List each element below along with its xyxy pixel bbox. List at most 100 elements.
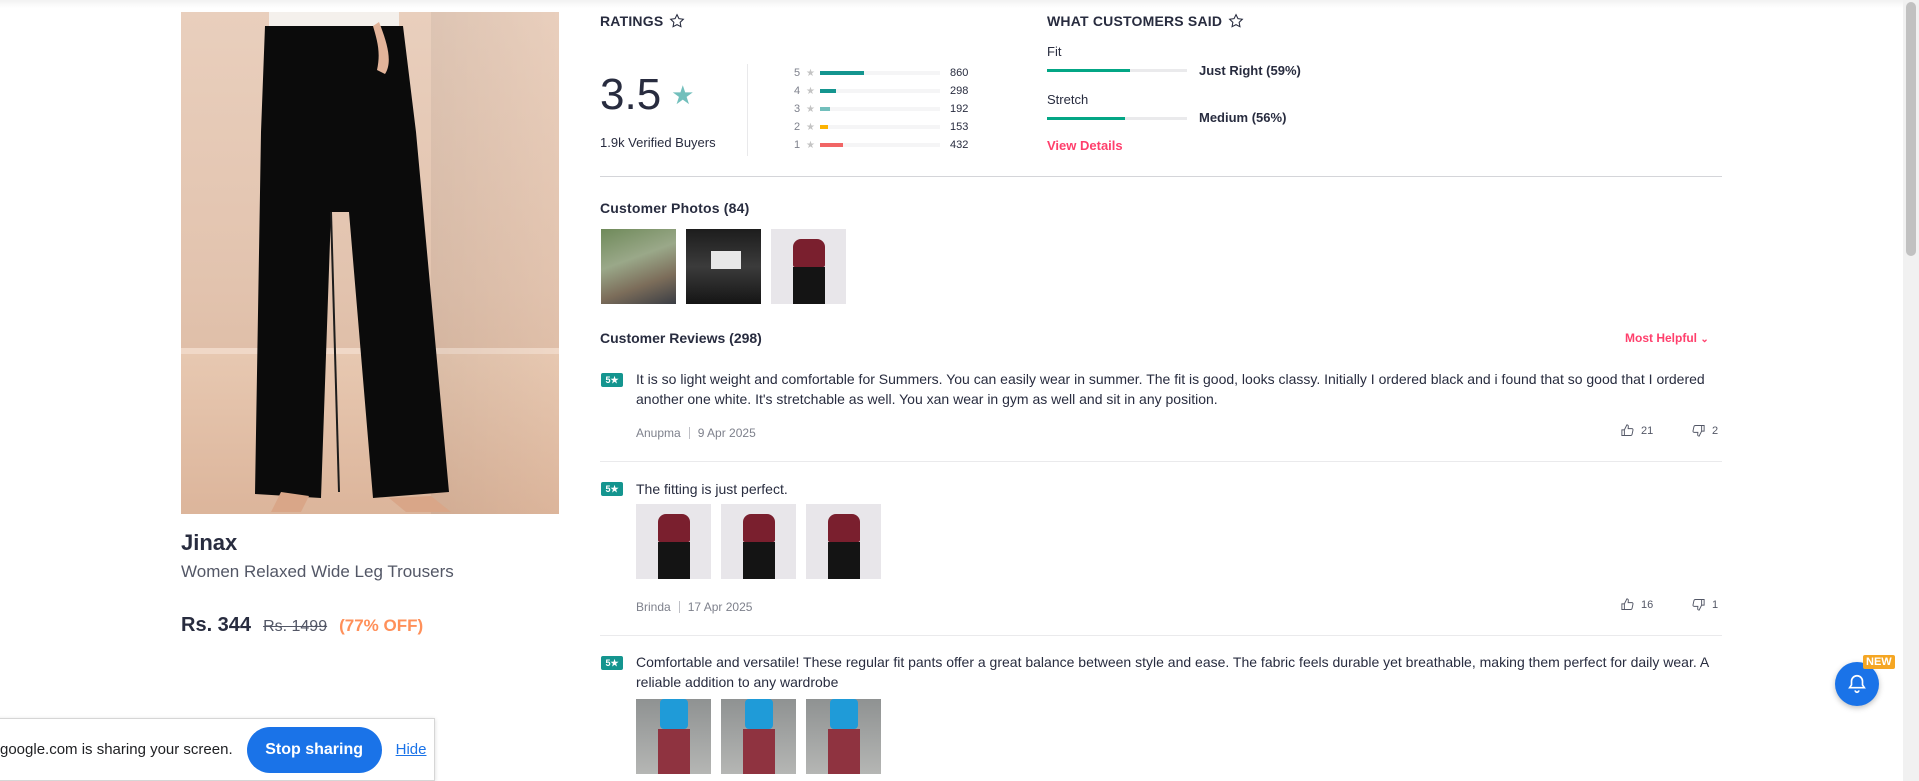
customer-photo[interactable] xyxy=(771,229,846,304)
review-rating: 5 xyxy=(605,375,611,385)
rating-bar xyxy=(820,89,940,93)
like-count: 16 xyxy=(1641,598,1654,611)
rating-bar-fill xyxy=(820,89,836,93)
fit-bar xyxy=(1047,69,1187,72)
rating-bar-row: 5 ★ 860 xyxy=(794,64,968,82)
review-photo[interactable] xyxy=(636,504,711,579)
review-rating: 5 xyxy=(605,658,611,668)
rating-bar-row: 2 ★ 153 xyxy=(794,118,968,136)
sort-dropdown[interactable]: Most Helpful ⌄ xyxy=(1625,331,1709,345)
like-button[interactable]: 21 xyxy=(1620,423,1653,438)
dislike-button[interactable]: 1 xyxy=(1691,597,1718,612)
discount-label: (77% OFF) xyxy=(339,616,424,635)
mrp-price: Rs. 1499 xyxy=(263,618,328,635)
like-count: 21 xyxy=(1641,424,1654,437)
dislike-button[interactable]: 2 xyxy=(1691,423,1718,438)
stop-sharing-button[interactable]: Stop sharing xyxy=(246,726,382,773)
review-photo[interactable] xyxy=(721,699,796,774)
rating-breakdown: 5 ★ 860 4 ★ 298 3 ★ 192 2 ★ 153 1 ★ 432 xyxy=(794,64,968,154)
customer-photo[interactable] xyxy=(601,229,676,304)
review-text: It is so light weight and comfortable fo… xyxy=(636,371,1705,407)
sort-label: Most Helpful xyxy=(1625,331,1697,345)
customers-said-title: WHAT CUSTOMERS SAID xyxy=(1047,13,1223,29)
verified-buyers: 1.9k Verified Buyers xyxy=(600,135,716,150)
product-brand: Jinax xyxy=(181,530,238,555)
review-author: Anupma xyxy=(636,426,681,440)
review-text: The fitting is just perfect. xyxy=(636,481,788,497)
customers-said-heading: WHAT CUSTOMERS SAID xyxy=(1047,13,1244,29)
fit-label: Fit xyxy=(1047,44,1062,59)
review-rating: 5 xyxy=(605,484,611,494)
chevron-down-icon: ⌄ xyxy=(1700,334,1709,345)
like-button[interactable]: 16 xyxy=(1620,597,1653,612)
star-icon: ★ xyxy=(806,67,815,79)
product-image[interactable] xyxy=(181,12,559,514)
rating-bar-fill xyxy=(820,71,865,75)
ratings-divider xyxy=(747,64,748,156)
review-rating-badge: 5 ★ xyxy=(601,482,623,496)
review-text: Comfortable and versatile! These regular… xyxy=(636,654,1709,690)
hide-link[interactable]: Hide xyxy=(396,741,427,758)
scrollbar[interactable] xyxy=(1903,0,1919,781)
rating-bar xyxy=(820,107,940,111)
review-photo[interactable] xyxy=(806,699,881,774)
screen-share-bar: google.com is sharing your screen. Stop … xyxy=(0,718,435,781)
review-rating-badge: 5 ★ xyxy=(601,373,623,387)
average-rating: 3.5 ★ xyxy=(600,70,694,120)
scrollbar-thumb[interactable] xyxy=(1906,2,1916,256)
rating-bar xyxy=(820,125,940,129)
section-divider xyxy=(600,176,1722,177)
star-icon: ★ xyxy=(806,121,815,133)
star-icon: ★ xyxy=(806,85,815,97)
review-photo[interactable] xyxy=(806,504,881,579)
rating-bar-fill xyxy=(820,107,830,111)
view-details-link[interactable]: View Details xyxy=(1047,138,1123,153)
rating-bar-fill xyxy=(820,125,829,129)
star-outline-icon xyxy=(1228,13,1244,28)
rating-bar xyxy=(820,143,940,147)
rating-count: 298 xyxy=(950,85,969,97)
dislike-count: 1 xyxy=(1712,598,1719,611)
thumbs-up-icon xyxy=(1621,424,1634,436)
star-level: 1 xyxy=(794,139,801,151)
selling-price: Rs. 344 xyxy=(181,614,252,636)
review-meta: Anupma 9 Apr 2025 xyxy=(636,426,756,440)
bell-icon xyxy=(1848,674,1866,694)
stretch-value: Medium (56%) xyxy=(1199,110,1287,125)
rating-count: 153 xyxy=(950,121,969,133)
rating-count: 432 xyxy=(950,139,969,151)
review-divider xyxy=(600,635,1722,636)
top-shadow xyxy=(0,0,1903,8)
rating-bar-fill xyxy=(820,143,843,147)
stretch-bar xyxy=(1047,117,1187,120)
customer-photos-heading: Customer Photos (84) xyxy=(600,200,750,216)
stretch-bar-fill xyxy=(1047,117,1126,120)
rating-bar-row: 3 ★ 192 xyxy=(794,100,968,118)
fit-value: Just Right (59%) xyxy=(1199,63,1301,78)
star-level: 5 xyxy=(794,67,801,79)
ratings-heading: RATINGS xyxy=(600,13,685,29)
fit-bar-fill xyxy=(1047,69,1130,72)
new-badge: NEW xyxy=(1863,655,1895,669)
customer-photo[interactable] xyxy=(686,229,761,304)
product-name: Women Relaxed Wide Leg Trousers xyxy=(181,562,454,581)
thumbs-down-icon xyxy=(1692,599,1705,611)
ratings-title: RATINGS xyxy=(600,13,664,29)
star-level: 4 xyxy=(794,85,801,97)
dislike-count: 2 xyxy=(1712,424,1719,437)
thumbs-down-icon xyxy=(1692,425,1705,437)
review-rating-badge: 5 ★ xyxy=(601,656,623,670)
review-divider xyxy=(600,461,1722,462)
share-message: google.com is sharing your screen. xyxy=(0,741,233,758)
star-outline-icon xyxy=(669,13,685,28)
star-level: 2 xyxy=(794,121,801,133)
review-photo[interactable] xyxy=(636,699,711,774)
review-date: 9 Apr 2025 xyxy=(697,426,756,440)
review-meta: Brinda 17 Apr 2025 xyxy=(636,600,752,614)
rating-bar-row: 4 ★ 298 xyxy=(794,82,968,100)
meta-separator xyxy=(678,601,680,613)
star-level: 3 xyxy=(794,103,801,115)
rating-count: 192 xyxy=(950,103,969,115)
rating-bar xyxy=(820,71,940,75)
review-photo[interactable] xyxy=(721,504,796,579)
